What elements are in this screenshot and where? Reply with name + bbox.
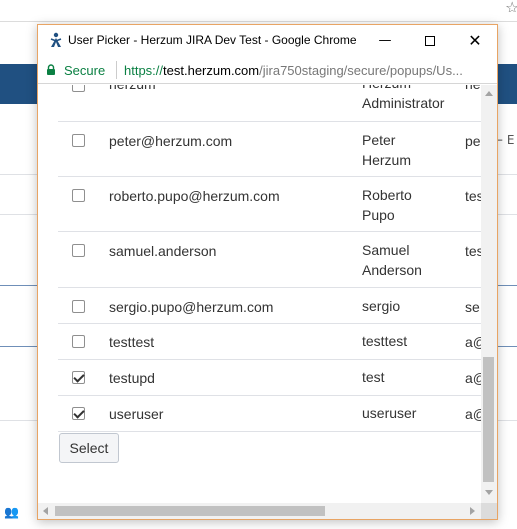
table-row: testupd test a@ [58, 360, 483, 396]
row-checkbox[interactable] [72, 244, 85, 257]
fullname-cell: Samuel Anderson [362, 242, 422, 278]
user-picker-window: User Picker - Herzum JIRA Dev Test - Goo… [37, 24, 498, 520]
horizontal-scrollbar[interactable] [38, 503, 481, 519]
username-cell: testupd [109, 370, 155, 386]
minimize-button[interactable]: — [362, 25, 408, 56]
url-host: test.herzum.com [163, 63, 260, 78]
scrollbar-corner [481, 503, 497, 519]
table-row: herzum Herzum Administrator he [58, 85, 483, 122]
fullname-cell: useruser [362, 405, 417, 421]
user-list-content: herzum Herzum Administrator he peter@her… [38, 85, 497, 503]
url-scheme: https:// [124, 63, 164, 78]
row-checkbox[interactable] [72, 407, 85, 420]
security-label: Secure [64, 63, 106, 78]
maximize-icon [425, 35, 435, 46]
scroll-left-arrow-icon[interactable] [43, 507, 48, 515]
table-row: peter@herzum.com Peter Herzum pe [58, 122, 483, 177]
bookmark-star-icon[interactable]: ☆ [505, 0, 517, 12]
row-checkbox[interactable] [72, 300, 85, 313]
fullname-cell: testtest [362, 333, 408, 349]
fullname-cell: Peter Herzum [362, 132, 412, 168]
username-cell: peter@herzum.com [109, 133, 233, 149]
table-row: useruser useruser a@ [58, 396, 483, 432]
row-checkbox[interactable] [72, 335, 85, 348]
username-cell: sergio.pupo@herzum.com [109, 299, 274, 315]
table-row: sergio.pupo@herzum.com sergio se [58, 288, 483, 324]
scroll-right-arrow-icon[interactable] [470, 507, 475, 515]
table-row: testtest testtest a@ [58, 324, 483, 360]
row-checkbox[interactable] [72, 134, 85, 147]
scroll-down-arrow-icon[interactable] [485, 490, 493, 495]
select-button[interactable]: Select [59, 433, 119, 463]
window-title: User Picker - Herzum JIRA Dev Test - Goo… [68, 33, 357, 47]
fullname-cell: sergio [362, 298, 401, 314]
row-checkbox[interactable] [72, 85, 85, 92]
address-bar[interactable]: Secure https://test.herzum.com/jira750st… [38, 56, 497, 84]
maximize-button[interactable] [407, 25, 453, 56]
window-titlebar: User Picker - Herzum JIRA Dev Test - Goo… [38, 25, 497, 56]
row-checkbox[interactable] [72, 371, 85, 384]
url-text[interactable]: https://test.herzum.com/jira750staging/s… [124, 63, 494, 78]
fullname-cell: Roberto Pupo [362, 187, 412, 223]
vertical-scrollbar[interactable] [481, 85, 497, 503]
username-cell: samuel.anderson [109, 243, 217, 259]
url-path: /jira750staging/secure/popups/Us... [259, 63, 463, 78]
background-browser-toolbar [0, 0, 517, 22]
jira-logo-icon [50, 32, 62, 47]
close-button[interactable]: ✕ [452, 25, 498, 56]
username-cell: testtest [109, 334, 155, 350]
scroll-up-arrow-icon[interactable] [485, 91, 493, 96]
username-cell: useruser [109, 406, 164, 422]
vertical-scroll-thumb[interactable] [483, 357, 494, 482]
lock-icon [47, 64, 55, 75]
users-icon: 👥 [4, 505, 19, 519]
username-cell: herzum [109, 85, 156, 92]
row-checkbox[interactable] [72, 189, 85, 202]
fullname-cell: test [362, 369, 385, 385]
fullname-cell: Herzum Administrator [362, 85, 445, 111]
url-separator [116, 61, 117, 79]
username-cell: roberto.pupo@herzum.com [109, 188, 280, 204]
table-row: roberto.pupo@herzum.com Roberto Pupo tes [58, 177, 483, 232]
table-row: samuel.anderson Samuel Anderson tes [58, 232, 483, 288]
horizontal-scroll-thumb[interactable] [55, 506, 325, 516]
